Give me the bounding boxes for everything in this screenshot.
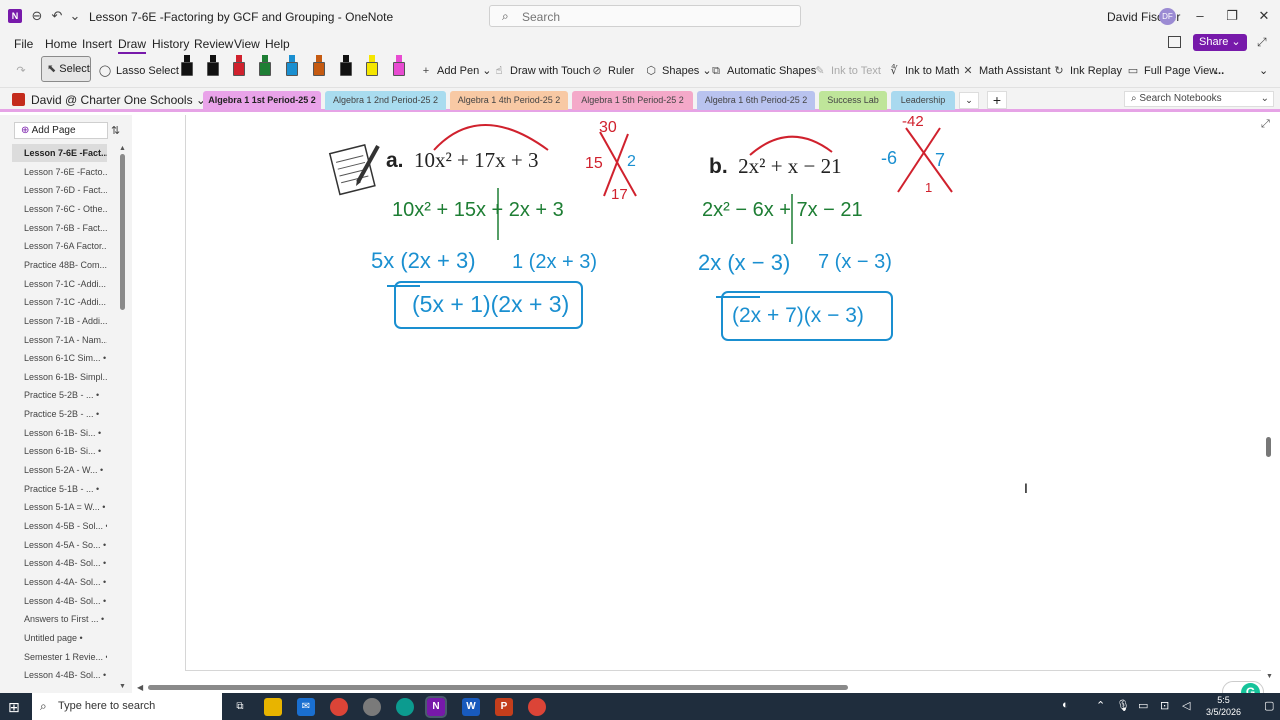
windows-start-icon[interactable]: ⊞ xyxy=(8,699,20,716)
search-icon: ⌕ xyxy=(40,699,47,713)
ink-a-gcf-right: 1 (2x + 3) xyxy=(512,251,597,273)
ink-a-right: 2 xyxy=(627,153,636,170)
task-view-icon[interactable]: ⧉ xyxy=(231,698,249,716)
ink-b-sum: 1 xyxy=(925,180,932,195)
ink-layer: 30 15 2 17 -42 -6 7 1 10x² + 15x + 2x + … xyxy=(371,113,953,341)
mail-icon[interactable]: ✉ xyxy=(297,698,315,716)
ink-a-left: 15 xyxy=(585,155,603,172)
volume-icon[interactable]: ◁ xyxy=(1182,699,1190,712)
ink-a-answer: (5x + 1)(2x + 3) xyxy=(412,291,569,317)
ink-a-sum: 17 xyxy=(611,186,628,203)
ink-arc-b xyxy=(749,135,833,156)
ink-b-left: -6 xyxy=(881,148,897,168)
display-icon[interactable]: ▭ xyxy=(1138,699,1148,712)
scroll-down-icon[interactable]: ▼ xyxy=(1266,673,1273,680)
ink-arc-a xyxy=(433,124,549,151)
ink-b-product: -42 xyxy=(902,113,924,130)
ink-b-gcf-left: 2x (x − 3) xyxy=(698,250,790,275)
word-icon[interactable]: W xyxy=(462,698,480,716)
edge-icon[interactable] xyxy=(396,698,414,716)
text-cursor-icon: I xyxy=(1024,480,1028,496)
ink-a-gcf-left: 5x (2x + 3) xyxy=(371,248,476,273)
ink-b-split: 2x² − 6x + 7x − 21 xyxy=(702,199,863,221)
scroll-left-icon[interactable]: ◀ xyxy=(137,683,143,692)
canvas-vertical-scroll-thumb[interactable] xyxy=(1266,437,1271,457)
ink-b-answer: (2x + 7)(x − 3) xyxy=(732,304,864,327)
clock[interactable]: 5:5 3/5/2026 xyxy=(1206,694,1241,718)
microphone-icon[interactable]: 🎙 xyxy=(1116,699,1130,712)
clock-date: 3/5/2026 xyxy=(1206,707,1242,717)
ink-a-product: 30 xyxy=(599,119,617,136)
weather-icon[interactable]: ◐ xyxy=(1062,699,1069,711)
ink-a-split: 10x² + 15x + 2x + 3 xyxy=(392,199,564,221)
ink-b-right: 7 xyxy=(935,150,945,170)
file-explorer-icon[interactable] xyxy=(264,698,282,716)
ink-x-b2 xyxy=(897,127,941,193)
show-hidden-icons-icon[interactable]: ⌃ xyxy=(1096,699,1105,712)
chrome-profile-icon[interactable] xyxy=(528,698,546,716)
app-icon[interactable] xyxy=(363,698,381,716)
network-icon[interactable]: ⊡ xyxy=(1160,699,1169,712)
notifications-icon[interactable]: ▢ xyxy=(1264,699,1274,712)
clock-time: 5:5 xyxy=(1217,695,1230,705)
ink-b-gcf-right: 7 (x − 3) xyxy=(818,251,892,273)
canvas-horizontal-scroll-thumb[interactable] xyxy=(148,685,848,690)
taskbar: ⊞ ⌕ Type here to search ⧉ ✉ N W P ◐ ⌃ 🎙 ▭… xyxy=(0,693,1280,720)
taskbar-search-label: Type here to search xyxy=(58,700,156,712)
chrome-icon[interactable] xyxy=(330,698,348,716)
powerpoint-icon[interactable]: P xyxy=(495,698,513,716)
onenote-taskbar-icon[interactable]: N xyxy=(425,696,447,718)
taskbar-search[interactable]: ⌕ Type here to search xyxy=(32,693,222,720)
